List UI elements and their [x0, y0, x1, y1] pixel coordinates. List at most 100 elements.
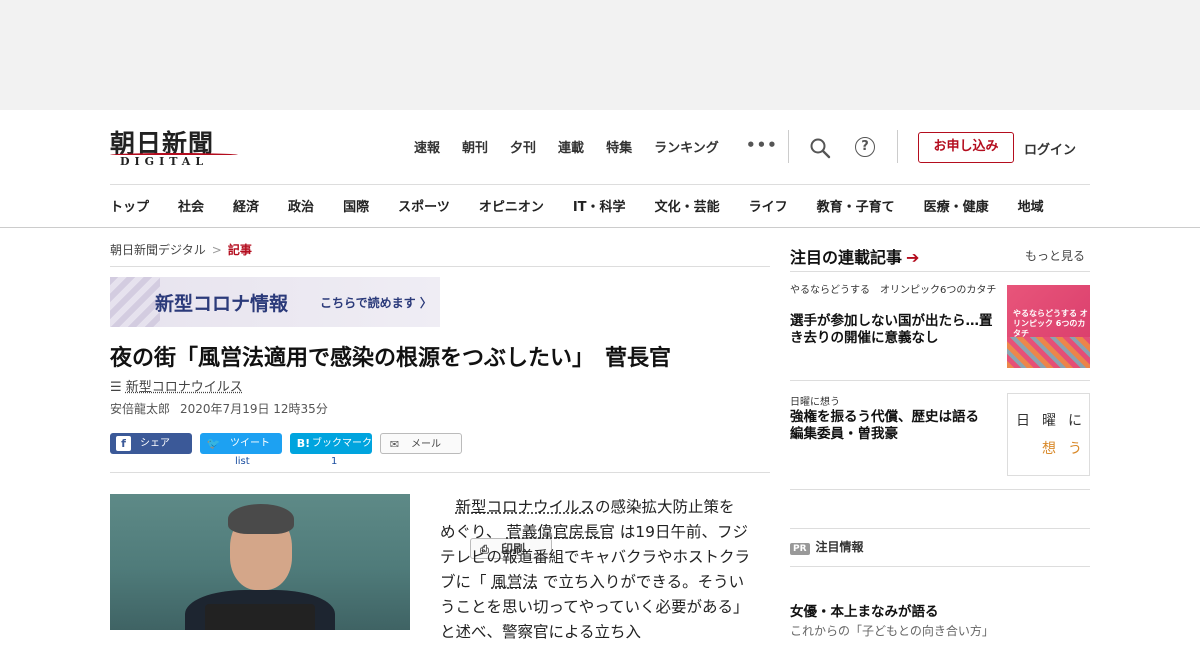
top-nav: 速報 朝刊 夕刊 連載 特集 ランキング — [414, 137, 741, 156]
site-header: 朝日新聞 DIGITAL 速報 朝刊 夕刊 連載 特集 ランキング ••• ? … — [0, 110, 1200, 228]
photo-figure-hair — [228, 504, 294, 534]
banner-title: 新型コロナ情報 — [155, 293, 289, 315]
series-thumbnail[interactable]: 日 曜 に 想 う — [1007, 393, 1090, 476]
article-photo[interactable] — [110, 494, 410, 630]
asahi-logo[interactable]: 朝日新聞 DIGITAL — [110, 124, 240, 170]
logo-english: DIGITAL — [120, 155, 209, 168]
twitter-share-label: ツイート — [230, 438, 270, 449]
pr-badge: PR — [790, 543, 810, 555]
pr-headline[interactable]: 女優・本上まなみが語る — [790, 600, 939, 620]
cat-international[interactable]: 国際 — [343, 196, 369, 215]
thumbnail-illustration — [1007, 337, 1090, 368]
facebook-share-label: シェア — [140, 438, 170, 449]
pr-subtext[interactable]: これからの「子どもとの向き合い方」 — [790, 622, 994, 639]
pr-section-title: PR 注目情報 — [790, 538, 864, 555]
body-link-covid[interactable]: 新型コロナウイルス — [456, 498, 596, 516]
series-headline[interactable]: 強権を振るう代償、歴史は語る 編集委員・曽我豪 — [790, 409, 1005, 443]
nav-ranking[interactable]: ランキング — [654, 137, 719, 156]
hatena-icon: B! — [296, 437, 311, 450]
breadcrumb: 朝日新聞デジタル > 記事 — [110, 241, 252, 258]
cat-economy[interactable]: 経済 — [233, 196, 259, 215]
help-icon[interactable]: ? — [855, 137, 875, 157]
nav-yukan[interactable]: 夕刊 — [510, 137, 536, 156]
series-label[interactable]: やるならどうする オリンピック6つのカタチ — [790, 284, 1005, 297]
nav-sokuho[interactable]: 速報 — [414, 137, 440, 156]
banner-pattern — [110, 277, 160, 327]
series-thumbnail[interactable]: やるならどうする オリンピック 6つのカタチ — [1007, 285, 1090, 368]
divider — [110, 266, 770, 267]
see-more-link[interactable]: もっと見る — [1025, 247, 1085, 264]
arrow-right-icon: ➔ — [906, 248, 920, 267]
cat-top[interactable]: トップ — [110, 196, 149, 215]
publish-date: 2020年7月19日 12時35分 — [180, 402, 328, 416]
breadcrumb-separator: > — [211, 243, 222, 257]
nav-tokushu[interactable]: 特集 — [606, 137, 632, 156]
divider — [788, 130, 789, 163]
divider — [790, 528, 1090, 529]
divider — [897, 130, 898, 163]
thumbnail-char: に — [1068, 413, 1082, 429]
thumbnail-char: 日 — [1016, 413, 1030, 429]
covid-info-banner[interactable]: 新型コロナ情報 こちらで読めます 〉 — [110, 277, 440, 327]
cat-health[interactable]: 医療・健康 — [924, 196, 989, 215]
article-headline: 夜の街「風営法適用で感染の根源をつぶしたい」 菅長官 — [110, 346, 672, 371]
featured-series-title[interactable]: 注目の連載記事 ➔ — [790, 244, 919, 268]
series-label[interactable]: 日曜に想う — [790, 393, 840, 408]
thumbnail-char: 曜 — [1042, 413, 1056, 429]
author-name: 安倍龍太郎 — [110, 402, 171, 416]
byline: 安倍龍太郎 2020年7月19日 12時35分 — [110, 400, 328, 417]
twitter-icon: 🐦 — [206, 437, 221, 450]
breadcrumb-home[interactable]: 朝日新聞デジタル — [110, 243, 206, 257]
facebook-share-button[interactable]: f シェア — [110, 433, 192, 454]
more-menu-icon[interactable]: ••• — [746, 136, 778, 154]
cat-it-science[interactable]: IT・科学 — [573, 196, 626, 215]
cat-education[interactable]: 教育・子育て — [817, 196, 895, 215]
cat-sports[interactable]: スポーツ — [398, 196, 450, 215]
divider — [110, 472, 770, 473]
login-link[interactable]: ログイン — [1024, 139, 1076, 158]
banner-cta: こちらで読めます 〉 — [320, 296, 432, 310]
hatena-label: ブックマーク — [312, 438, 372, 449]
mail-share-button[interactable]: ✉ メール — [380, 433, 462, 454]
cat-culture[interactable]: 文化・芸能 — [655, 196, 720, 215]
divider — [790, 566, 1090, 567]
nav-rensai[interactable]: 連載 — [558, 137, 584, 156]
mail-label: メール — [411, 439, 441, 450]
topic-tag-label[interactable]: 新型コロナウイルス — [126, 380, 243, 395]
category-nav: トップ 社会 経済 政治 国際 スポーツ オピニオン IT・科学 文化・芸能 ラ… — [110, 196, 1200, 215]
nav-choukan[interactable]: 朝刊 — [462, 137, 488, 156]
body-link-suga[interactable]: 菅義偉官房長官 — [506, 523, 615, 541]
list-icon: ☰ — [110, 380, 122, 395]
facebook-icon: f — [116, 436, 131, 451]
divider — [790, 380, 1090, 381]
cat-opinion[interactable]: オピニオン — [479, 196, 544, 215]
thumbnail-char: 想 — [1042, 441, 1056, 457]
photo-podium — [205, 604, 315, 630]
mail-icon: ✉ — [389, 438, 400, 451]
cat-society[interactable]: 社会 — [178, 196, 204, 215]
header-divider — [110, 184, 1090, 185]
cat-politics[interactable]: 政治 — [288, 196, 314, 215]
twitter-count[interactable]: list — [235, 456, 250, 467]
article-body: 新型コロナウイルスの感染拡大防止策をめぐり、 菅義偉官房長官 は19日午前、フジ… — [440, 495, 750, 645]
cat-life[interactable]: ライフ — [749, 196, 788, 215]
hatena-count[interactable]: 1 — [331, 456, 337, 467]
divider — [790, 271, 1090, 272]
pr-label: 注目情報 — [815, 540, 864, 554]
apply-button[interactable]: お申し込み — [918, 132, 1014, 163]
ad-banner-area — [0, 0, 1200, 110]
series-headline[interactable]: 選手が参加しない国が出たら…置き去りの開催に意義なし — [790, 313, 1005, 347]
thumbnail-char: う — [1068, 441, 1082, 457]
body-text-3: で立ち入りができる。そういうことを思い切ってやっていく必要がある」と述べ、警察官… — [440, 573, 749, 641]
featured-series-label: 注目の連載記事 — [790, 248, 903, 267]
body-link-fueiho[interactable]: 風営法 — [491, 573, 538, 591]
cat-region[interactable]: 地域 — [1018, 196, 1044, 215]
twitter-share-button[interactable]: 🐦 ツイート — [200, 433, 282, 454]
breadcrumb-current: 記事 — [227, 243, 252, 257]
divider — [790, 489, 1090, 490]
hatena-bookmark-button[interactable]: B! ブックマーク — [290, 433, 372, 454]
search-icon[interactable] — [809, 137, 831, 159]
topic-tag[interactable]: ☰ 新型コロナウイルス — [110, 376, 243, 395]
thumbnail-caption: やるならどうする オリンピック 6つのカタチ — [1013, 309, 1088, 338]
